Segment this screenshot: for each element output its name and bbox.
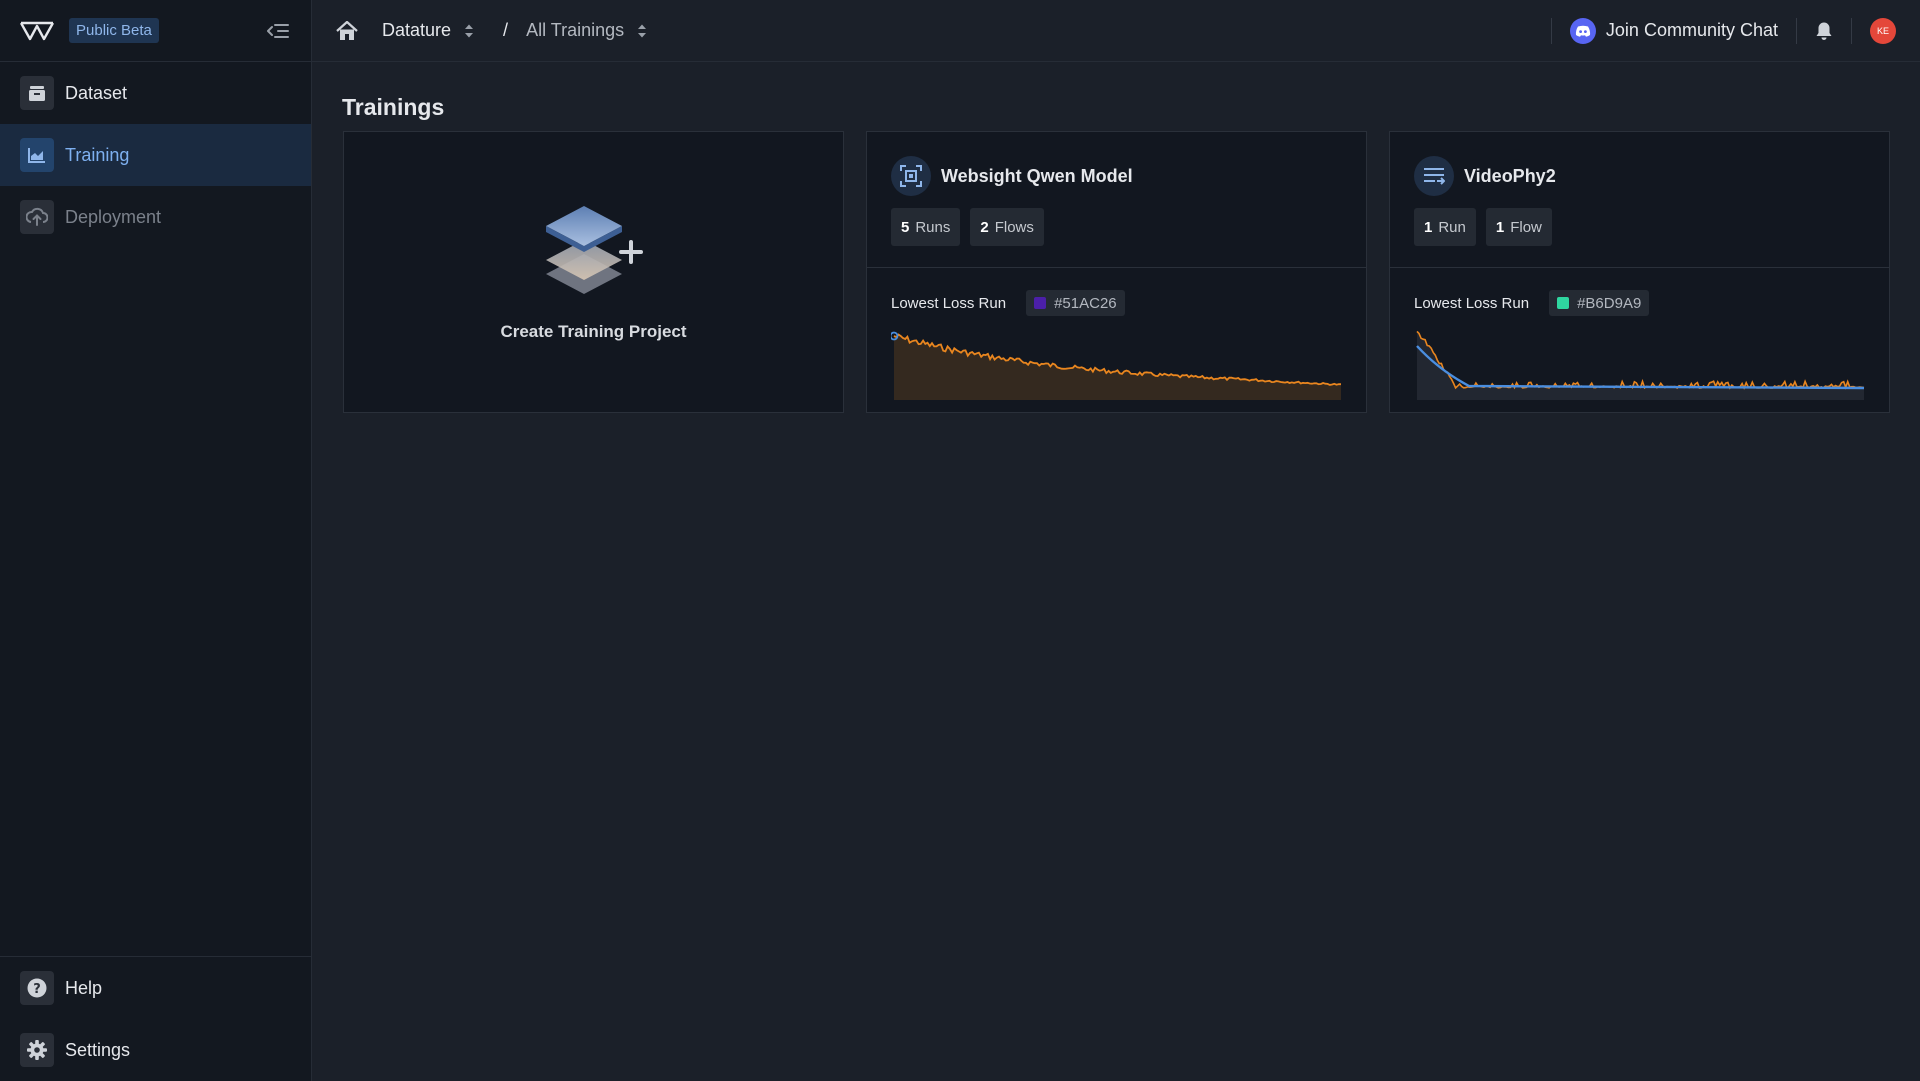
lowest-loss-run-chip[interactable]: #51AC26 (1026, 290, 1125, 316)
project-card-body: Lowest Loss Run #51AC26 (867, 268, 1366, 400)
runs-count-chip: 5 Runs (891, 208, 961, 246)
run-color-swatch (1557, 297, 1570, 309)
lowest-loss-run-label: Lowest Loss Run (1414, 294, 1530, 312)
collapse-sidebar-icon[interactable] (265, 18, 291, 44)
loss-sparkline (1416, 330, 1865, 400)
runs-label: Run (1438, 218, 1466, 236)
sidebar-item-label: Settings (65, 1039, 131, 1060)
loss-area (1417, 331, 1864, 400)
sidebar-item-label: Training (65, 144, 130, 165)
top-right-actions: Join Community Chat KE (1550, 0, 1896, 61)
public-beta-badge: Public Beta (69, 18, 159, 43)
sidebar-item-label: Help (65, 977, 103, 998)
breadcrumb-workspace[interactable]: Datature (382, 20, 475, 41)
discord-icon (1569, 17, 1596, 44)
page-title: Trainings (342, 94, 445, 120)
section-name: All Trainings (526, 20, 625, 40)
help-icon: ? (20, 971, 54, 1005)
cloud-upload-icon (20, 200, 54, 234)
project-card-websight-qwen-model[interactable]: Websight Qwen Model 5 Runs 2 Flows Lowes… (866, 131, 1367, 413)
list-arrow-icon (1414, 156, 1454, 196)
top-bar: Datature / All Trainings Join Community … (312, 0, 1920, 62)
brand-bar: Public Beta (0, 0, 311, 62)
project-title: Websight Qwen Model (941, 165, 1133, 186)
datature-logo[interactable] (20, 20, 54, 42)
loss-sparkline (891, 331, 1342, 400)
sort-arrows-icon (465, 24, 474, 37)
dataset-icon (20, 76, 54, 110)
join-community-chat-button[interactable]: Join Community Chat (1552, 17, 1796, 44)
chart-icon (20, 138, 54, 172)
svg-text:?: ? (33, 982, 41, 997)
trainings-grid: Create Training Project Websight Qwen Mo… (343, 131, 1890, 413)
breadcrumb-separator: / (503, 20, 509, 40)
flows-count: 2 (980, 218, 989, 236)
sidebar-item-label: Dataset (65, 82, 128, 103)
runs-count: 5 (901, 218, 910, 236)
flows-count-chip: 1 Flow (1485, 208, 1552, 246)
sidebar-item-help[interactable]: ? Help (0, 957, 311, 1019)
runs-count-chip: 1 Run (1414, 208, 1476, 246)
project-card-body: Lowest Loss Run #B6D9A9 (1390, 268, 1889, 400)
lowest-loss-run-label: Lowest Loss Run (891, 294, 1007, 312)
project-title: VideoPhy2 (1464, 165, 1556, 186)
breadcrumb-section[interactable]: All Trainings (526, 20, 648, 41)
notifications-bell-icon[interactable] (1797, 21, 1851, 41)
stacked-layers-plus-icon (545, 206, 643, 294)
gear-icon (20, 1033, 54, 1067)
workspace-name: Datature (382, 20, 452, 40)
project-card-header: VideoPhy2 1 Run 1 Flow (1390, 132, 1889, 268)
run-id: #B6D9A9 (1577, 294, 1642, 312)
create-training-project-label: Create Training Project (500, 322, 687, 341)
loss-line (1416, 330, 1865, 390)
runs-count: 1 (1424, 218, 1433, 236)
create-training-project-card[interactable]: Create Training Project (343, 131, 844, 413)
sidebar-bottom: ? Help Settings (0, 956, 311, 1081)
project-card-videophy2[interactable]: VideoPhy2 1 Run 1 Flow Lowest Loss Run #… (1389, 131, 1890, 413)
sort-arrows-icon (638, 24, 647, 37)
home-icon[interactable] (336, 19, 360, 43)
flows-count: 1 (1495, 218, 1505, 236)
sidebar-item-training[interactable]: Training (0, 124, 311, 186)
smoothed-loss-line (1416, 345, 1865, 390)
flows-label: Flows (994, 218, 1034, 236)
flows-count-chip: 2 Flows (970, 208, 1044, 246)
lowest-loss-run-chip[interactable]: #B6D9A9 (1549, 290, 1650, 316)
run-color-swatch (1034, 297, 1047, 309)
sidebar-item-label: Deployment (65, 206, 162, 227)
community-chat-label: Join Community Chat (1605, 20, 1778, 40)
run-id: #51AC26 (1054, 294, 1117, 312)
avatar[interactable]: KE (1870, 17, 1896, 44)
sidebar-item-dataset[interactable]: Dataset (0, 62, 311, 124)
project-card-header: Websight Qwen Model 5 Runs 2 Flows (867, 132, 1366, 268)
sidebar-item-deployment[interactable]: Deployment (0, 186, 311, 248)
object-detection-icon (891, 156, 931, 196)
runs-label: Runs (915, 218, 951, 236)
sidebar: Public Beta Dataset Training Deployment … (0, 0, 312, 1081)
divider (1851, 17, 1852, 44)
sidebar-item-settings[interactable]: Settings (0, 1019, 311, 1081)
flows-label: Flow (1510, 218, 1542, 236)
loss-area (894, 334, 1341, 400)
